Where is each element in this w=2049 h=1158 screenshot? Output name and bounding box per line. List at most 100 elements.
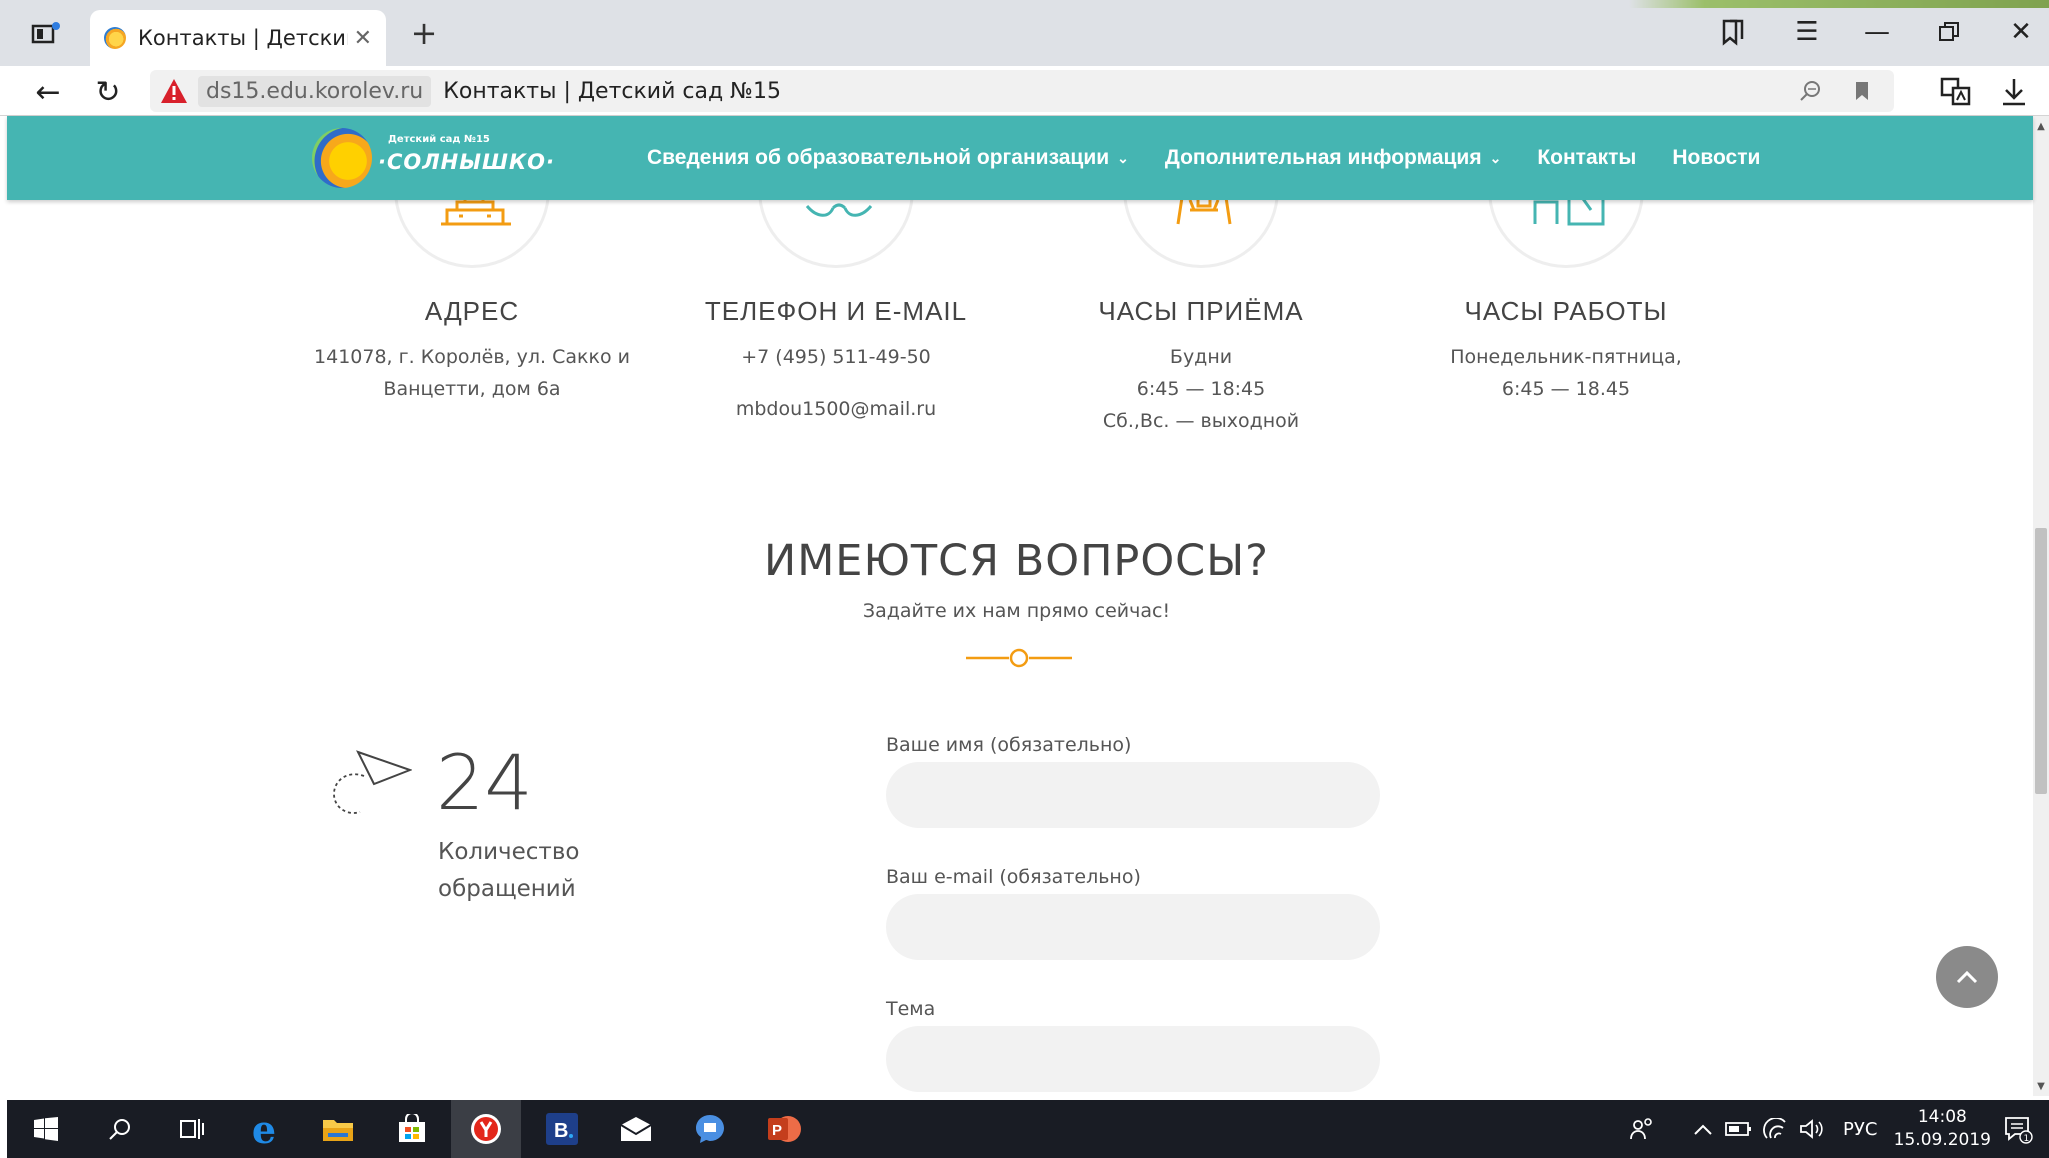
hours-line: Понедельник-пятница, (1450, 346, 1682, 368)
orange-divider-icon (966, 648, 1072, 668)
wifi-tray-icon[interactable] (1763, 1100, 1789, 1158)
clock-time: 14:08 (1917, 1107, 1967, 1127)
task-view-icon (180, 1119, 204, 1139)
browser-tab-strip: Контакты | Детский сад №15 ✕ + ☰ — ✕ (0, 0, 2049, 66)
questions-title: ИМЕЮТСЯ ВОПРОСЫ? (764, 536, 1269, 586)
download-icon (2003, 79, 2025, 106)
requests-label: Количество обращений (438, 834, 638, 908)
store-bag-icon (399, 1114, 425, 1142)
email-input[interactable] (886, 894, 1380, 960)
url-field[interactable]: ds15.edu.korolev.ru Контакты | Детский с… (150, 70, 1894, 112)
security-warning-icon[interactable] (160, 77, 188, 105)
hours-line: Будни (1169, 346, 1233, 368)
system-clock[interactable]: 14:08 15.09.2019 (1894, 1106, 1991, 1152)
browser-tab-active[interactable]: Контакты | Детский сад №15 ✕ (90, 10, 386, 66)
site-logo[interactable]: Детский сад №15 ·СОЛНЫШКО· (312, 128, 554, 192)
svg-text:1: 1 (2024, 1134, 2030, 1144)
tray-expand-chevron-icon[interactable] (1693, 1100, 1713, 1158)
hours-line: Сб.,Вс. — выходной (1102, 410, 1300, 432)
folder-icon (323, 1120, 353, 1141)
sun-logo-icon (312, 128, 372, 188)
url-domain: ds15.edu.korolev.ru (198, 75, 432, 107)
powerpoint-icon: P (768, 1116, 801, 1142)
translate-button[interactable] (1934, 72, 1978, 112)
site-header: Детский сад №15 ·СОЛНЫШКО· Сведения об о… (7, 116, 2033, 200)
phone-number[interactable]: +7 (495) 511-49-50 (656, 341, 1016, 373)
tab-title: Контакты | Детский сад №15 (138, 26, 348, 50)
taskbar-search-button[interactable] (85, 1100, 155, 1158)
restore-button[interactable] (1924, 12, 1974, 52)
reception-hours-text: Будни 6:45 — 18:45 Сб.,Вс. — выходной (1021, 341, 1381, 437)
nav-item-label: Новости (1672, 146, 1761, 169)
clock-date: 15.09.2019 (1893, 1130, 1991, 1150)
close-window-button[interactable]: ✕ (1996, 12, 2046, 52)
tab-close-icon[interactable]: ✕ (354, 26, 372, 51)
address-text: 141078, г. Королёв, ул. Сакко и Ванцетти… (292, 341, 652, 405)
nav-item-news[interactable]: Новости (1672, 146, 1760, 170)
minimize-button[interactable]: — (1852, 12, 1902, 52)
address-line: 141078, г. Королёв, ул. Сакко и (314, 346, 630, 368)
people-tray-icon[interactable] (1629, 1100, 1655, 1158)
start-button[interactable] (11, 1100, 81, 1158)
requests-label-line: обращений (438, 876, 576, 902)
subject-input[interactable] (886, 1026, 1380, 1092)
nav-item-additional-info[interactable]: Дополнительная информация ⌄ (1165, 146, 1501, 170)
volume-tray-icon[interactable] (1799, 1100, 1827, 1158)
mail-taskbar-icon[interactable] (601, 1100, 671, 1158)
paper-plane-icon (333, 750, 412, 814)
arrow-left-icon: ← (35, 74, 61, 110)
hours-line: 6:45 — 18.45 (1501, 378, 1631, 400)
browser-menu-button[interactable]: ☰ (1782, 12, 1832, 52)
notification-icon: 1 (2005, 1117, 2033, 1144)
language-indicator[interactable]: РУС (1843, 1100, 1877, 1158)
logo-title: ·СОЛНЫШКО· (378, 150, 555, 174)
working-hours-heading: ЧАСЫ РАБОТЫ (1464, 296, 1668, 326)
scroll-up-arrow-icon[interactable]: ▲ (2033, 118, 2049, 134)
email-address[interactable]: mbdou1500@mail.ru (656, 393, 1016, 425)
reception-hours-heading: ЧАСЫ ПРИЁМА (1098, 296, 1304, 326)
questions-subtitle: Задайте их нам прямо сейчас! (862, 600, 1171, 622)
window-accent-decoration (1629, 0, 2049, 8)
main-navigation: Сведения об образовательной организации ⌄… (647, 116, 1796, 200)
booking-taskbar-icon[interactable]: B (527, 1100, 597, 1158)
page-search-icon[interactable] (1792, 76, 1828, 106)
logo-subtitle: Детский сад №15 (388, 134, 490, 145)
search-icon (109, 1119, 130, 1140)
messenger-taskbar-icon[interactable] (675, 1100, 745, 1158)
close-icon: ✕ (2010, 17, 2032, 47)
downloads-button[interactable] (1992, 72, 2036, 112)
requests-count: 24 (436, 738, 533, 827)
edge-icon: e (251, 1106, 277, 1152)
edge-browser-taskbar-icon[interactable]: e (229, 1100, 299, 1158)
file-explorer-taskbar-icon[interactable] (303, 1100, 373, 1158)
scroll-to-top-button[interactable] (1936, 946, 1998, 1008)
bookmarks-panel-button[interactable] (1708, 12, 1758, 52)
nav-item-label: Контакты (1537, 146, 1637, 169)
page-scrollbar[interactable]: ▲ ▼ (2033, 116, 2049, 1096)
chat-bubble-icon (696, 1115, 724, 1143)
name-input[interactable] (886, 762, 1380, 828)
name-field-label: Ваше имя (обязательно) (886, 734, 1132, 756)
address-heading: АДРЕС (424, 296, 520, 326)
svg-text:B: B (554, 1120, 568, 1142)
new-tab-button[interactable]: + (404, 14, 444, 52)
scroll-down-arrow-icon[interactable]: ▼ (2033, 1078, 2049, 1094)
back-button[interactable]: ← (26, 72, 70, 112)
nav-item-organization-info[interactable]: Сведения об образовательной организации ⌄ (647, 146, 1129, 170)
bookmark-icon[interactable] (1844, 76, 1880, 106)
action-center-button[interactable]: 1 (2003, 1100, 2033, 1158)
email-field-label: Ваш e-mail (обязательно) (886, 866, 1141, 888)
minimize-icon: — (1864, 17, 1890, 47)
task-view-button[interactable] (157, 1100, 227, 1158)
nav-item-contacts[interactable]: Контакты (1537, 146, 1636, 170)
powerpoint-taskbar-icon[interactable]: P (749, 1100, 819, 1158)
scrollbar-thumb[interactable] (2035, 528, 2047, 794)
store-taskbar-icon[interactable] (377, 1100, 447, 1158)
battery-tray-icon[interactable] (1725, 1100, 1753, 1158)
nav-item-label: Сведения об образовательной организации (647, 146, 1110, 169)
restore-icon (1939, 22, 1959, 41)
reload-button[interactable]: ↻ (86, 72, 130, 112)
tabs-overview-button[interactable] (26, 14, 66, 52)
hours-line: 6:45 — 18:45 (1136, 378, 1266, 400)
yandex-browser-taskbar-icon[interactable] (451, 1100, 521, 1158)
